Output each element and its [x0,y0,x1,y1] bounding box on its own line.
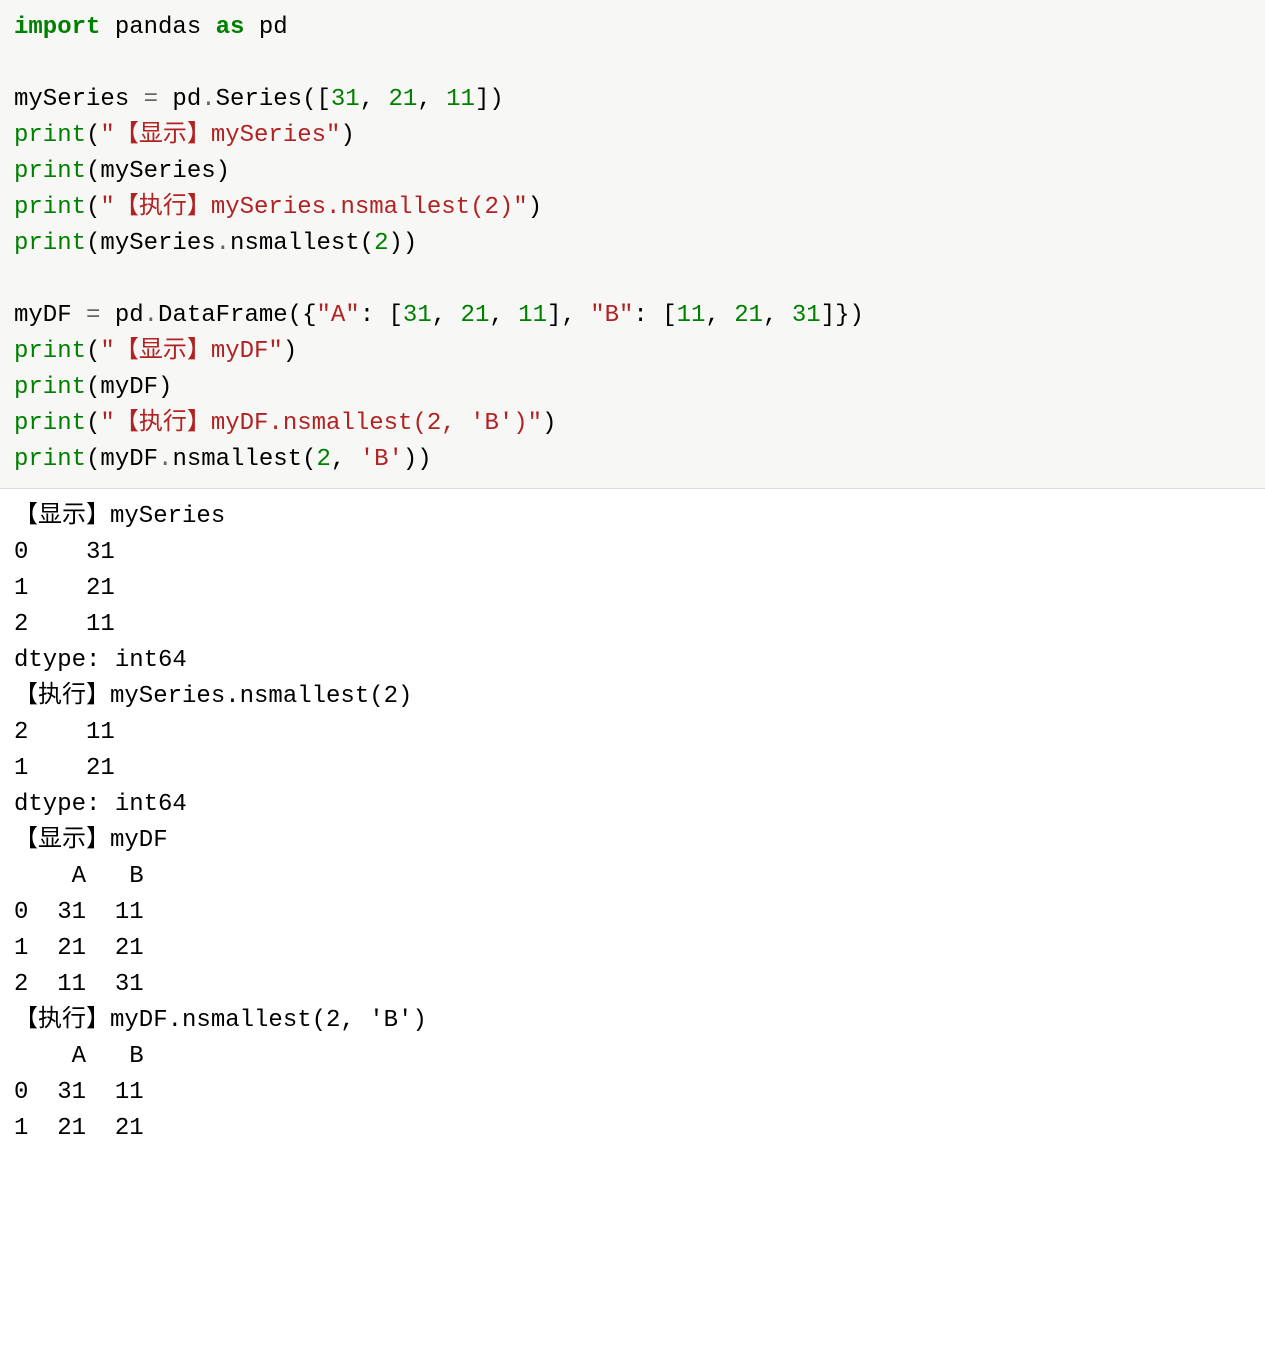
output-line: 2 11 [14,719,115,746]
code-string: 'B' [360,446,403,473]
code-text: ( [86,410,100,437]
code-text: ( [86,338,100,365]
code-function: print [14,158,86,185]
code-text: , [763,302,792,329]
code-text: )) [388,230,417,257]
code-text: )) [403,446,432,473]
code-text: ]}) [821,302,864,329]
code-number: 31 [331,86,360,113]
code-text: , [489,302,518,329]
code-number: 2 [374,230,388,257]
output-line: 1 21 21 [14,1115,144,1142]
code-number: 11 [677,302,706,329]
output-line: 【执行】mySeries.nsmallest(2) [14,683,412,710]
code-operator: . [144,302,158,329]
code-text: ) [542,410,556,437]
output-line: 0 31 11 [14,1079,144,1106]
code-string: "【显示】myDF" [100,338,282,365]
code-text: ) [340,122,354,149]
code-text: ) [528,194,542,221]
output-line: 【执行】myDF.nsmallest(2, 'B') [14,1007,427,1034]
code-operator: = [86,302,100,329]
code-text: nsmallest( [230,230,374,257]
code-function: print [14,194,86,221]
code-number: 21 [461,302,490,329]
code-text: ], [547,302,590,329]
output-line: 0 31 11 [14,899,144,926]
code-text: Series([ [216,86,331,113]
code-number: 2 [316,446,330,473]
code-text: mySeries [14,86,144,113]
code-text: pd [100,302,143,329]
code-text: (mySeries) [86,158,230,185]
code-text: DataFrame({ [158,302,316,329]
output-cell: 【显示】mySeries 0 31 1 21 2 11 dtype: int64… [0,488,1265,1157]
code-function: print [14,230,86,257]
code-text: , [432,302,461,329]
code-function: print [14,446,86,473]
code-operator: . [216,230,230,257]
code-text: ( [86,122,100,149]
code-string: "【执行】myDF.nsmallest(2, 'B')" [100,410,542,437]
code-text: pd [244,14,287,41]
code-cell: import pandas as pd mySeries = pd.Series… [0,0,1265,488]
code-text: nsmallest( [172,446,316,473]
code-function: print [14,374,86,401]
code-text: , [705,302,734,329]
code-number: 21 [734,302,763,329]
code-function: print [14,338,86,365]
output-line: 2 11 31 [14,971,144,998]
code-string: "A" [316,302,359,329]
output-line: 1 21 21 [14,935,144,962]
output-line: 【显示】mySeries [14,503,225,530]
output-line: A B [14,1043,144,1070]
code-string: "【显示】mySeries" [100,122,340,149]
code-text: , [331,446,360,473]
output-line: A B [14,863,144,890]
code-string: "B" [590,302,633,329]
code-text: pd [158,86,201,113]
output-line: dtype: int64 [14,647,187,674]
code-operator: . [201,86,215,113]
code-text: , [360,86,389,113]
code-number: 31 [792,302,821,329]
code-text: ( [86,194,100,221]
output-line: 0 31 [14,539,115,566]
code-text: (myDF [86,446,158,473]
code-keyword: as [216,14,245,41]
output-line: 【显示】myDF [14,827,168,854]
output-line: dtype: int64 [14,791,187,818]
output-line: 1 21 [14,575,115,602]
code-function: print [14,122,86,149]
code-keyword: import [14,14,100,41]
code-operator: . [158,446,172,473]
code-text: ) [283,338,297,365]
code-text: myDF [14,302,86,329]
code-number: 21 [389,86,418,113]
code-text: , [417,86,446,113]
code-operator: = [144,86,158,113]
code-number: 11 [518,302,547,329]
code-text: ]) [475,86,504,113]
code-text: pandas [100,14,215,41]
output-line: 1 21 [14,755,115,782]
code-number: 11 [446,86,475,113]
code-text: : [ [633,302,676,329]
code-text: : [ [360,302,403,329]
code-function: print [14,410,86,437]
code-text: (myDF) [86,374,172,401]
output-line: 2 11 [14,611,115,638]
code-text: (mySeries [86,230,216,257]
code-string: "【执行】mySeries.nsmallest(2)" [100,194,527,221]
code-number: 31 [403,302,432,329]
